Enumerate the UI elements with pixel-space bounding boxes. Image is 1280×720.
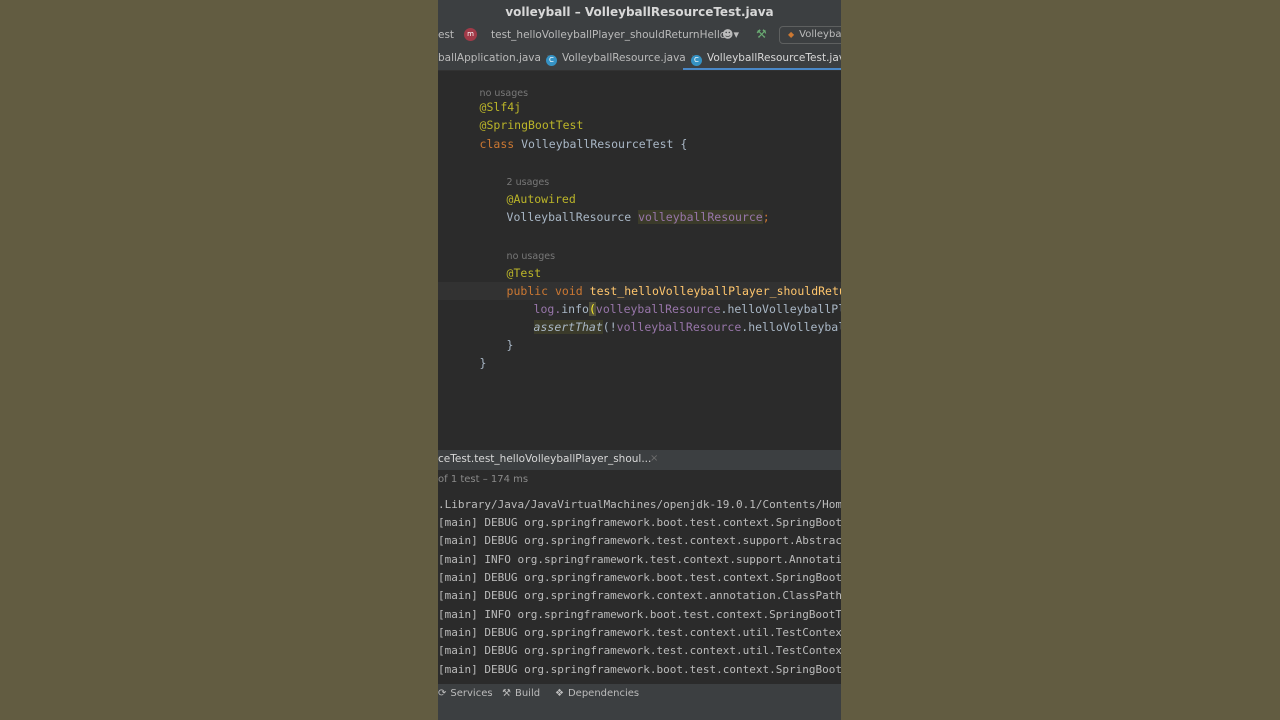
code-line: 2 usages	[465, 154, 550, 188]
code-line: @Autowired	[465, 172, 576, 206]
code-line: }	[465, 318, 514, 352]
field-type: VolleyballResource	[506, 210, 639, 224]
code-line: @Slf4j	[438, 80, 522, 114]
status-strip	[438, 706, 841, 720]
field-name: volleyballResource	[638, 210, 763, 224]
code-line: @SpringBootTest	[438, 98, 584, 132]
code-line: assertThat(!volleyballResource.helloVoll…	[492, 300, 841, 334]
breadcrumb-method[interactable]: test_helloVolleyballPlayer_shouldReturnH…	[491, 29, 726, 41]
breadcrumb-class[interactable]: est	[438, 29, 454, 41]
build-tool-button[interactable]: ⚒ Build	[502, 688, 540, 699]
console-line: [main] DEBUG org.springframework.test.co…	[438, 534, 841, 547]
test-status: of 1 test – 174 ms	[438, 474, 529, 485]
run-tab-label: ceTest.test_helloVolleyballPlayer_shoul.…	[438, 453, 652, 465]
ide-window: volleyball – VolleyballResourceTest.java…	[438, 0, 841, 720]
hammer-icon[interactable]: ⚒	[756, 27, 767, 41]
code-line: @Test	[465, 246, 542, 280]
console-line: [main] INFO org.springframework.boot.tes…	[438, 608, 841, 621]
services-tool-button[interactable]: ⟳ Services	[438, 688, 493, 699]
method-badge-icon: m	[464, 28, 477, 41]
config-diamond-icon: ◆	[788, 30, 795, 39]
bottom-tool-bar: ⟳ Services ⚒ Build ❖ Dependencies	[438, 684, 841, 706]
services-icon: ⟳	[438, 688, 447, 699]
code-line: log.info(volleyballResource.helloVolleyb…	[492, 282, 841, 316]
assert-open: (!	[602, 320, 617, 334]
console-line: [main] DEBUG org.springframework.boot.te…	[438, 663, 841, 676]
console-line: [main] DEBUG org.springframework.test.co…	[438, 644, 841, 657]
console-line: [main] DEBUG org.springframework.context…	[438, 589, 841, 602]
build-label: Build	[514, 688, 541, 699]
class-close-brace: }	[479, 356, 487, 370]
window-title-bar: volleyball – VolleyballResourceTest.java	[438, 0, 841, 24]
close-icon[interactable]: ×	[650, 453, 658, 464]
class-declaration: VolleyballResourceTest {	[514, 137, 688, 151]
console-line: [main] DEBUG org.springframework.boot.te…	[438, 516, 841, 529]
dependencies-tool-button[interactable]: ❖ Dependencies	[555, 688, 639, 699]
console-line: .Library/Java/JavaVirtualMachines/openjd…	[438, 498, 841, 511]
class-icon: C	[691, 55, 702, 66]
code-line: class VolleyballResourceTest {	[438, 117, 688, 151]
tab-label: ballApplication.java	[438, 52, 541, 64]
console-line: [main] DEBUG org.springframework.test.co…	[438, 626, 841, 639]
field-reference: volleyballResource	[616, 320, 742, 334]
navigation-bar: est m test_helloVolleyballPlayer_shouldR…	[438, 24, 841, 48]
code-line: VolleyballResource volleyballResource;	[465, 190, 770, 224]
run-tool-window: ceTest.test_helloVolleyballPlayer_shoul.…	[438, 450, 841, 684]
keyword-class: class	[479, 137, 515, 151]
tab-volleyball-resource[interactable]: CVolleyballResource.java×	[546, 48, 699, 70]
dependencies-icon: ❖	[555, 688, 564, 699]
method-close-brace: }	[506, 338, 514, 352]
code-line: public void test_helloVolleyballPlayer_s…	[465, 264, 841, 298]
services-label: Services	[450, 688, 493, 699]
semicolon: ;	[762, 210, 770, 224]
tab-label: VolleyballResource.java	[562, 52, 686, 64]
window-title: volleyball – VolleyballResourceTest.java	[505, 5, 774, 19]
run-tab[interactable]: ceTest.test_helloVolleyballPlayer_shoul.…	[438, 450, 841, 470]
class-icon: C	[546, 55, 557, 66]
user-dropdown-icon[interactable]: ☻▾	[722, 28, 739, 41]
hammer-icon: ⚒	[502, 688, 511, 699]
code-line: }	[438, 336, 487, 370]
method-call: .helloVolleyballPlayer	[741, 320, 841, 334]
static-assert-call: assertThat	[533, 320, 603, 334]
tab-label: VolleyballResourceTest.java	[707, 52, 841, 64]
tab-volleyball-resource-test[interactable]: CVolleyballResourceTest.java×	[683, 48, 841, 70]
run-configuration-label: Volleyba	[799, 29, 841, 40]
console-line: [main] INFO org.springframework.test.con…	[438, 553, 841, 566]
code-line: no usages	[465, 228, 555, 262]
run-configuration-selector[interactable]: ◆ Volleyba	[779, 26, 841, 44]
code-editor[interactable]: no usages @Slf4j @SpringBootTest class V…	[438, 70, 841, 450]
console-line: [main] DEBUG org.springframework.boot.te…	[438, 571, 841, 584]
dependencies-label: Dependencies	[567, 688, 640, 699]
